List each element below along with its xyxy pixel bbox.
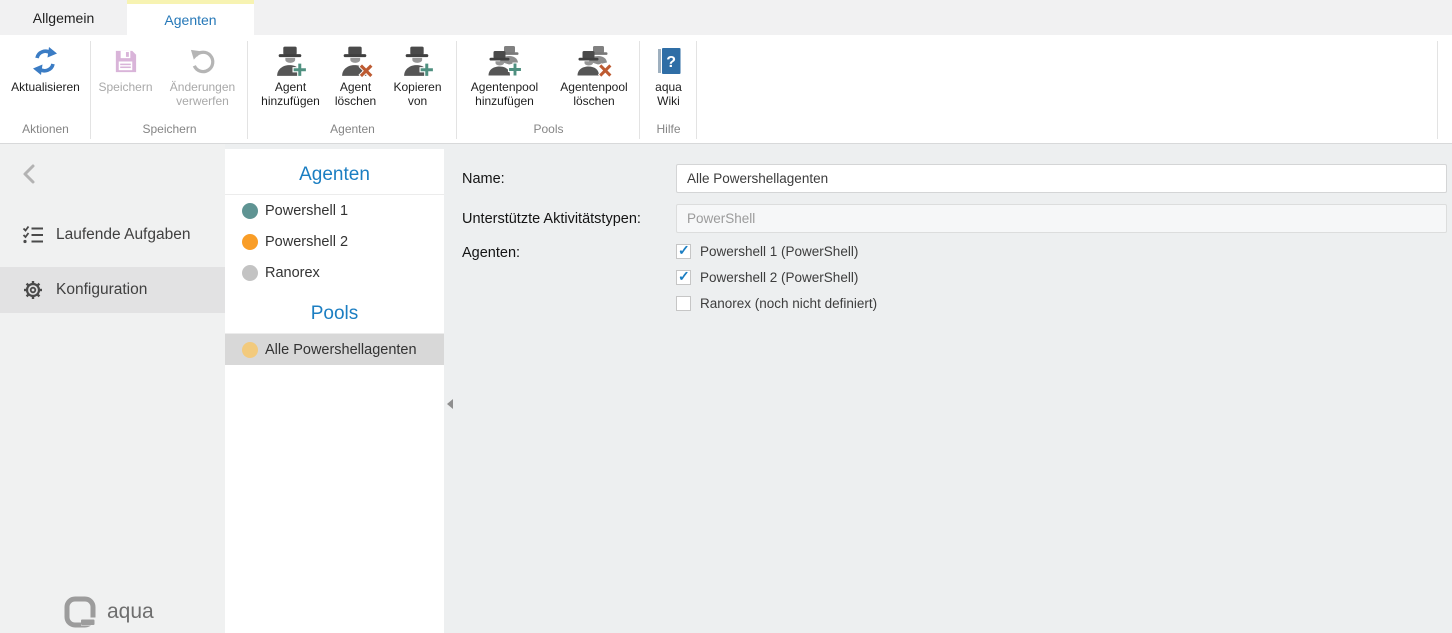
checkbox[interactable]: [676, 270, 691, 285]
sidebar-item-konfiguration[interactable]: Konfiguration: [0, 267, 225, 313]
agent-delete-icon: [338, 42, 373, 80]
checkbox[interactable]: [676, 296, 691, 311]
save-button-label: Speichern: [98, 80, 152, 94]
delete-agent-pool-button-label: Agentenpool löschen: [555, 80, 633, 108]
ribbon-group-pools: Agentenpool hinzufügen: [457, 35, 640, 143]
discard-changes-button-label: Änderungen verwerfen: [164, 80, 242, 108]
ribbon-tab-bar: Allgemein Agenten: [0, 0, 1452, 35]
list-item-alle-powershellagenten[interactable]: Alle Powershellagenten: [225, 334, 444, 365]
name-label: Name:: [462, 171, 676, 187]
aqua-wiki-button-label: aqua Wiki: [645, 80, 692, 108]
ribbon-group-hilfe: ? aqua Wiki Hilfe: [640, 35, 697, 143]
aqua-logo: aqua: [64, 596, 154, 628]
ribbon-group-label-hilfe: Hilfe: [640, 122, 697, 143]
checkbox[interactable]: [676, 244, 691, 259]
aqua-wiki-button[interactable]: ? aqua Wiki: [640, 35, 697, 122]
wiki-book-icon: ?: [654, 42, 684, 80]
activity-types-label: Unterstützte Aktivitätstypen:: [462, 211, 676, 227]
gear-icon: [22, 279, 44, 301]
list-item-label: Powershell 2: [265, 234, 348, 250]
refresh-icon: [30, 42, 60, 80]
checkbox-label: Powershell 1 (PowerShell): [700, 244, 858, 259]
aqua-logo-text: aqua: [107, 600, 154, 624]
list-item-label: Powershell 1: [265, 203, 348, 219]
agent-add-icon: [273, 42, 308, 80]
ribbon-group-label-aktionen: Aktionen: [0, 122, 91, 143]
pool-delete-icon: [576, 42, 612, 80]
status-dot: [242, 342, 258, 358]
copy-from-button[interactable]: Kopieren von: [387, 35, 449, 122]
save-button[interactable]: Speichern: [93, 35, 159, 122]
add-agent-button-label: Agent hinzufügen: [261, 80, 320, 108]
ribbon-group-agenten: Agent hinzufügen Agent löschen: [248, 35, 457, 143]
agent-list-panel: Agenten Powershell 1 Powershell 2 Ranore…: [225, 149, 444, 633]
ribbon: Aktualisieren Aktionen Speichern: [0, 35, 1452, 144]
main-content: Laufende Aufgaben: [0, 144, 1452, 633]
ribbon-group-aktionen: Aktualisieren Aktionen: [0, 35, 91, 143]
svg-text:?: ?: [666, 54, 676, 71]
checkbox-label: Ranorex (noch nicht definiert): [700, 296, 877, 311]
sidebar-item-label: Laufende Aufgaben: [56, 226, 190, 244]
delete-agent-button-label: Agent löschen: [330, 80, 382, 108]
sidebar-item-laufende-aufgaben[interactable]: Laufende Aufgaben: [0, 212, 225, 258]
status-dot: [242, 203, 258, 219]
name-input[interactable]: [676, 164, 1447, 193]
agents-label: Agenten:: [462, 244, 676, 261]
discard-changes-button[interactable]: Änderungen verwerfen: [159, 35, 247, 122]
agent-copy-icon: [400, 42, 435, 80]
refresh-button[interactable]: Aktualisieren: [6, 35, 85, 122]
ribbon-group-label-agenten: Agenten: [248, 122, 457, 143]
ribbon-group-speichern: Speichern Änderungen verwerfen Speichern: [91, 35, 248, 143]
list-item-label: Alle Powershellagenten: [265, 342, 417, 358]
ribbon-right-separator: [1437, 41, 1438, 139]
list-item-ranorex[interactable]: Ranorex: [225, 257, 444, 288]
tasks-icon: [22, 224, 44, 246]
form-row-agents: Agenten: Powershell 1 (PowerShell) Power…: [462, 244, 1447, 311]
list-item-label: Ranorex: [265, 265, 320, 281]
form-row-name: Name:: [462, 164, 1447, 193]
chevron-left-icon: [21, 162, 39, 191]
pool-detail-panel: Name: Unterstützte Aktivitätstypen: Agen…: [444, 144, 1452, 633]
delete-agent-button[interactable]: Agent löschen: [325, 35, 387, 122]
delete-agent-pool-button[interactable]: Agentenpool löschen: [550, 35, 638, 122]
sidebar-item-label: Konfiguration: [56, 281, 147, 299]
list-section-header-pools: Pools: [225, 288, 444, 334]
save-icon: [112, 42, 139, 80]
ribbon-group-label-speichern: Speichern: [91, 122, 248, 143]
checkbox-row-powershell-2[interactable]: Powershell 2 (PowerShell): [676, 270, 877, 285]
status-dot: [242, 234, 258, 250]
checkbox-row-powershell-1[interactable]: Powershell 1 (PowerShell): [676, 244, 877, 259]
sidebar-back-button[interactable]: [0, 160, 225, 192]
form-row-activity-types: Unterstützte Aktivitätstypen:: [462, 204, 1447, 233]
add-agent-pool-button-label: Agentenpool hinzufügen: [464, 80, 545, 108]
agent-checkbox-list: Powershell 1 (PowerShell) Powershell 2 (…: [676, 244, 877, 311]
list-item-powershell-2[interactable]: Powershell 2: [225, 226, 444, 257]
list-section-header-agenten: Agenten: [225, 149, 444, 195]
list-item-powershell-1[interactable]: Powershell 1: [225, 195, 444, 226]
undo-icon: [189, 42, 216, 80]
checkbox-label: Powershell 2 (PowerShell): [700, 270, 858, 285]
tab-agenten[interactable]: Agenten: [127, 0, 254, 35]
collapse-arrow-icon[interactable]: [446, 397, 454, 415]
checkbox-row-ranorex[interactable]: Ranorex (noch nicht definiert): [676, 296, 877, 311]
tab-allgemein[interactable]: Allgemein: [0, 0, 127, 35]
ribbon-group-label-pools: Pools: [457, 122, 640, 143]
pool-add-icon: [487, 42, 523, 80]
refresh-button-label: Aktualisieren: [11, 80, 80, 94]
activity-types-input: [676, 204, 1447, 233]
add-agent-button[interactable]: Agent hinzufügen: [257, 35, 325, 122]
aqua-logo-icon: [64, 596, 98, 628]
sidebar: Laufende Aufgaben: [0, 144, 225, 633]
copy-from-button-label: Kopieren von: [392, 80, 444, 108]
status-dot: [242, 265, 258, 281]
add-agent-pool-button[interactable]: Agentenpool hinzufügen: [459, 35, 550, 122]
